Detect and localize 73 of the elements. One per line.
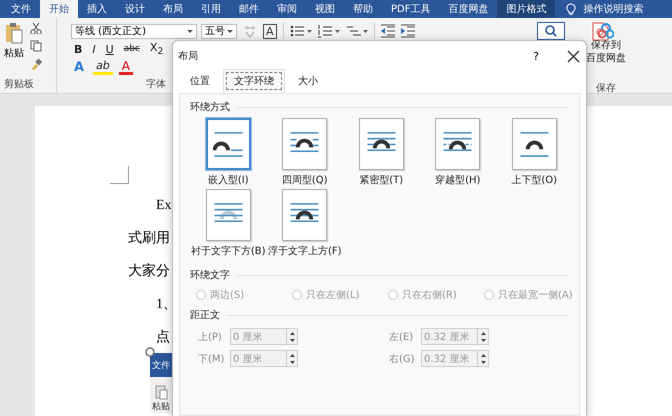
dialog-tab[interactable]: 文字环绕 [223, 69, 285, 93]
section-heading: 环绕文字 [190, 268, 230, 282]
wrap-style-option[interactable]: 四周型(Q) [266, 118, 343, 187]
margin-corner-mark [110, 166, 129, 184]
document-text: 式刷用 [128, 230, 170, 248]
wrap-style-option[interactable]: 嵌入型(I) [190, 118, 266, 187]
field-label: 右(G) [389, 352, 416, 366]
wrap-style-option[interactable]: 紧密型(T) [343, 118, 420, 187]
ribbon-tab[interactable]: 布局 [154, 0, 192, 18]
ribbon-tab[interactable]: 设计 [116, 0, 154, 18]
ribbon-tab[interactable]: 邮件 [230, 0, 268, 18]
section-heading: 环绕方式 [190, 100, 230, 114]
resize-handle[interactable] [145, 347, 155, 357]
increase-indent-icon[interactable] [400, 24, 415, 38]
ribbon-tab[interactable]: 审阅 [268, 0, 306, 18]
font-name-dropdown[interactable]: 等线 (西文正文) [71, 24, 197, 38]
caret-icon[interactable] [227, 30, 233, 32]
decrease-indent-icon[interactable] [380, 24, 395, 38]
text-effect-button[interactable]: A [71, 62, 88, 74]
ribbon-tab[interactable]: 引用 [192, 0, 230, 18]
wrap-style-option[interactable]: 上下型(O) [496, 118, 572, 187]
font-format-button[interactable]: I [89, 42, 99, 56]
field-label: 下(M) [198, 352, 226, 366]
ribbon-tab[interactable]: 插入 [78, 0, 116, 18]
ribbon-tab[interactable]: 视图 [306, 0, 344, 18]
bullet-list-icon[interactable] [290, 24, 312, 38]
dialog-tab[interactable]: 大小 [287, 69, 329, 93]
group-label: 字体 [146, 78, 166, 91]
paste-button[interactable]: 粘贴 [4, 22, 24, 60]
ribbon-tab[interactable]: PDF工具 [382, 0, 440, 18]
cut-icon[interactable] [30, 22, 42, 34]
font-format-button[interactable]: U [102, 42, 117, 56]
character-border-button[interactable]: A [263, 24, 277, 38]
font-format-button[interactable]: B [71, 42, 86, 56]
ribbon-tab[interactable]: 百度网盘 [439, 0, 498, 18]
dialog-tab[interactable]: 位置 [179, 69, 221, 93]
caret-icon[interactable] [187, 30, 193, 32]
rings-icon[interactable] [598, 22, 614, 39]
ribbon-tab[interactable]: 图片格式 [497, 0, 556, 18]
ribbon-tab[interactable]: 文件 [2, 0, 40, 18]
wrap-layout-icon [212, 130, 244, 158]
wrap-style-option[interactable]: 穿越型(H) [420, 118, 496, 187]
wrap-layout-icon [518, 130, 550, 158]
field-label: 左(E) [389, 330, 414, 344]
wrap-style-option[interactable]: 衬于文字下方(B) [190, 189, 266, 258]
save-to-cloud-button[interactable]: 保存到 百度网盘 [586, 22, 626, 65]
clipboard-icon [154, 384, 168, 400]
dialog-title: 布局 [178, 50, 199, 63]
font-color-button[interactable]: A [118, 60, 134, 76]
format-painter-icon[interactable] [30, 58, 42, 70]
tell-me-search[interactable]: 操作说明搜索 [583, 2, 644, 16]
ribbon-tab[interactable]: 开始 [40, 0, 78, 18]
document-text: 大家分 [128, 262, 170, 281]
lightbulb-icon[interactable] [565, 2, 578, 16]
section-heading: 距正文 [190, 308, 220, 322]
group-label: 剪贴板 [4, 78, 35, 91]
wrap-style-option[interactable]: 浮于文字上方(F) [266, 189, 343, 258]
numbered-list-icon[interactable] [318, 24, 340, 38]
highlight-button[interactable]: ab [93, 60, 113, 76]
close-icon[interactable] [567, 50, 580, 62]
font-size-dropdown[interactable]: 五号 [201, 24, 237, 38]
font-format-button[interactable]: X$_{2}$ [146, 41, 166, 58]
document-text: 1、 [156, 296, 177, 314]
copy-icon[interactable] [30, 40, 42, 52]
multilevel-list-icon[interactable] [346, 24, 368, 38]
field-label: 上(P) [198, 330, 223, 344]
font-format-button[interactable]: abc [120, 44, 143, 54]
document-text: 点 [156, 328, 170, 347]
search-icon[interactable] [536, 22, 565, 40]
group-label: 保存 [596, 82, 616, 95]
document-text: Ex [156, 197, 172, 215]
help-button[interactable]: ? [523, 48, 549, 64]
ribbon-tab[interactable]: 帮助 [344, 0, 382, 18]
